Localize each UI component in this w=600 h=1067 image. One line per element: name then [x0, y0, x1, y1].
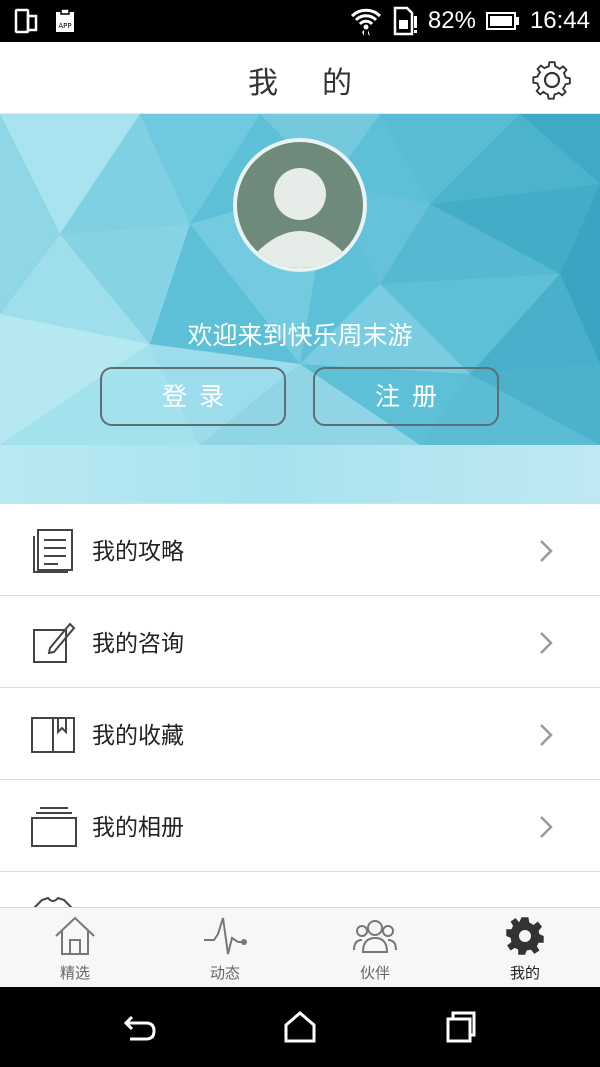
navigation-bar — [0, 987, 600, 1067]
chevron-right-icon — [540, 540, 553, 562]
back-icon[interactable] — [120, 1009, 160, 1045]
menu-item-favorites[interactable]: 我的收藏 — [0, 687, 600, 779]
recent-apps-icon[interactable] — [440, 1009, 480, 1045]
guide-list-icon — [33, 529, 73, 573]
menu-list: 我的攻略 我的咨询 我的收藏 我的相册 我的设置 — [0, 503, 600, 963]
menu-item-album[interactable]: 我的相册 — [0, 779, 600, 871]
login-button[interactable]: 登录 — [100, 367, 286, 426]
status-right: 82% 16:44 — [350, 4, 590, 38]
tab-label: 精选 — [59, 964, 90, 982]
tab-partners[interactable]: 伙伴 — [300, 908, 450, 988]
gear-icon — [506, 917, 544, 955]
hero-band — [0, 445, 600, 503]
bottom-tab-bar: 精选 动态 伙伴 我的 — [0, 907, 600, 987]
chevron-right-icon — [540, 816, 553, 838]
wifi-icon — [350, 8, 381, 36]
page-title: 我的 — [248, 66, 396, 101]
chevron-right-icon — [540, 632, 553, 654]
svg-text:APP: APP — [58, 22, 71, 30]
menu-item-label: 我的相册 — [92, 815, 184, 841]
clock: 16:44 — [529, 7, 590, 34]
menu-item-guides[interactable]: 我的攻略 — [0, 503, 600, 595]
bookmark-book-icon — [31, 717, 75, 753]
tab-label: 伙伴 — [359, 964, 390, 982]
sim-icon — [393, 6, 417, 36]
chevron-right-icon — [540, 724, 553, 746]
pulse-icon — [204, 917, 247, 955]
album-icon — [31, 807, 77, 847]
status-left-icons: APP — [14, 8, 76, 34]
tab-label: 动态 — [209, 964, 240, 982]
register-button[interactable]: 注册 — [313, 367, 499, 426]
home-nav-icon[interactable] — [280, 1009, 320, 1045]
menu-item-label: 我的攻略 — [92, 539, 184, 565]
tab-featured[interactable]: 精选 — [0, 908, 150, 988]
edit-note-icon — [33, 622, 76, 663]
avatar[interactable] — [233, 138, 367, 272]
home-icon — [55, 916, 95, 955]
settings-gear-icon[interactable] — [530, 58, 574, 102]
menu-item-consultations[interactable]: 我的咨询 — [0, 595, 600, 687]
phone-icon — [14, 8, 38, 34]
menu-item-label: 我的收藏 — [92, 723, 184, 749]
status-bar: APP 82% 16:44 — [0, 0, 600, 42]
app-store-icon: APP — [56, 8, 74, 32]
menu-item-label: 我的咨询 — [92, 631, 184, 657]
battery-icon — [485, 12, 519, 30]
tab-dynamics[interactable]: 动态 — [150, 908, 300, 988]
tab-label: 我的 — [509, 964, 540, 982]
tab-mine[interactable]: 我的 — [450, 908, 600, 988]
battery-percent: 82% — [427, 7, 476, 34]
user-avatar-icon — [255, 168, 345, 268]
people-icon — [353, 920, 397, 953]
title-bar: 我的 — [0, 42, 600, 114]
welcome-text: 欢迎来到快乐周末游 — [187, 321, 413, 350]
